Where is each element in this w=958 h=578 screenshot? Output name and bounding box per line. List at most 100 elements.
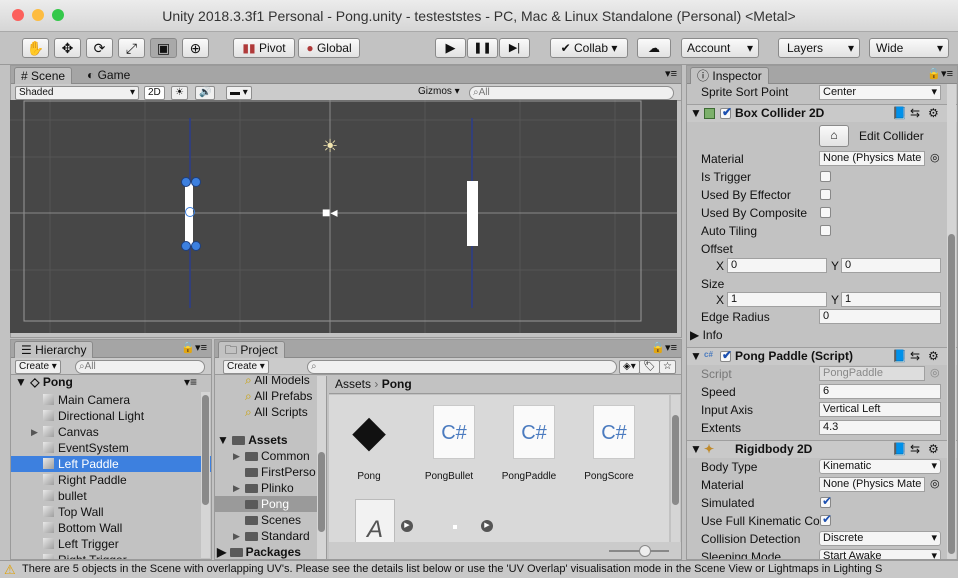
rb-material-field[interactable]: None (Physics Mate [819, 477, 925, 492]
gear-icon[interactable]: ⚙ [928, 349, 939, 363]
tree-scrollbar[interactable] [317, 376, 326, 559]
scrollbar-thumb[interactable] [948, 234, 955, 554]
lighting-toggle-icon[interactable]: ☀ [171, 86, 188, 100]
asset-label[interactable]: PongPaddle [493, 471, 565, 482]
expand-arrow-icon[interactable]: ▶ [233, 480, 240, 496]
hierarchy-search-input[interactable]: ⌕All [75, 360, 205, 374]
size-y-field[interactable]: 1 [841, 292, 941, 307]
asset-label[interactable]: PongScore [573, 471, 645, 482]
presets-icon[interactable]: ⇆ [910, 442, 920, 456]
material-field[interactable]: None (Physics Mate [819, 151, 925, 166]
right-paddle-sprite[interactable] [467, 181, 478, 246]
resize-handle-icon[interactable] [181, 241, 191, 251]
hierarchy-item[interactable]: Left Trigger [11, 536, 211, 552]
favorite-item[interactable]: ⌕ All Models [215, 376, 326, 388]
pivot-toggle-button[interactable]: ▮▮ Pivot [233, 38, 295, 58]
favorite-item[interactable]: ⌕ All Prefabs [215, 388, 326, 404]
body-type-dropdown[interactable]: Kinematic ▾ [819, 459, 941, 474]
collab-dropdown[interactable]: ✔ Collab ▾ [550, 38, 628, 58]
project-search-input[interactable]: ⌕ [307, 360, 617, 374]
favorite-star-icon[interactable]: ☆ [659, 360, 676, 374]
box-collider-header[interactable]: ▼ Box Collider 2D 📘 ⇆ ⚙ [687, 104, 957, 122]
simulated-checkbox[interactable] [820, 494, 832, 508]
gizmos-dropdown[interactable]: Gizmos ▾ [415, 86, 463, 100]
panel-menu-icon[interactable]: ▾≡ [665, 67, 677, 80]
help-book-icon[interactable]: 📘 [892, 349, 907, 363]
assets-root[interactable]: ▼ Assets [215, 432, 326, 448]
scene-root-row[interactable]: ▼ ◇ Pong ▾≡ [11, 374, 211, 390]
layout-dropdown[interactable]: Wide ▾ [869, 38, 949, 58]
play-button[interactable]: ▶ [435, 38, 466, 58]
extents-field[interactable]: 4.3 [819, 420, 941, 435]
tab-scene[interactable]: # Scene [14, 67, 73, 84]
step-button[interactable]: ▶| [499, 38, 530, 58]
scrollbar-thumb[interactable] [202, 395, 209, 505]
effects-dropdown-icon[interactable]: ▬ ▾ [226, 86, 252, 100]
pong-paddle-header[interactable]: ▼ c# Pong Paddle (Script) 📘 ⇆ ⚙ [687, 347, 957, 365]
transform-tool-icon[interactable]: ⊕ [182, 38, 209, 58]
lock-icon[interactable]: 🔒▾≡ [651, 341, 677, 354]
hierarchy-item[interactable]: EventSystem [11, 440, 211, 456]
scene-menu-icon[interactable]: ▾≡ [184, 374, 197, 390]
speed-field[interactable]: 6 [819, 384, 941, 399]
csharp-script-icon[interactable]: C# [593, 405, 635, 459]
rigidbody-header[interactable]: ▼ ✦ Rigidbody 2D 📘 ⇆ ⚙ [687, 440, 957, 458]
shading-dropdown[interactable]: Shaded ▾ [15, 86, 139, 100]
tab-inspector[interactable]: ⓘ Inspector [690, 67, 769, 84]
hierarchy-item[interactable]: Right Paddle [11, 472, 211, 488]
asset-scrollbar[interactable] [671, 395, 680, 542]
filter-type-icon[interactable]: ◈▾ [619, 360, 640, 374]
layers-dropdown[interactable]: Layers ▾ [778, 38, 860, 58]
lock-icon[interactable]: 🔒▾≡ [927, 67, 953, 80]
rotate-tool-icon[interactable]: ⟳ [86, 38, 113, 58]
gear-icon[interactable]: ⚙ [928, 106, 939, 120]
tab-hierarchy[interactable]: ☰ Hierarchy [14, 341, 94, 358]
hierarchy-item[interactable]: Top Wall [11, 504, 211, 520]
object-picker-icon[interactable]: ◎ [930, 151, 940, 164]
play-preview-icon[interactable]: ▶ [401, 520, 413, 532]
account-dropdown[interactable]: Account ▾ [681, 38, 759, 58]
info-foldout[interactable]: ▶ Info [687, 327, 957, 343]
cloud-button[interactable]: ☁ [637, 38, 671, 58]
lock-icon[interactable]: 🔒▾≡ [181, 341, 207, 354]
hierarchy-item[interactable]: ▶ Canvas [11, 424, 211, 440]
help-book-icon[interactable]: 📘 [892, 442, 907, 456]
mode-2d-toggle[interactable]: 2D [144, 86, 165, 100]
asset-label[interactable]: PongBullet [413, 471, 485, 482]
tab-game[interactable]: ◐ Game [81, 67, 136, 84]
filter-label-icon[interactable]: 🏷 [639, 360, 660, 374]
hierarchy-item[interactable]: Right Trigger [11, 552, 211, 559]
full-kinematic-checkbox[interactable] [820, 512, 832, 526]
camera-icon[interactable]: ■◂ [322, 204, 337, 221]
pong-paddle-enabled-checkbox[interactable] [720, 348, 732, 362]
collision-dropdown[interactable]: Discrete ▾ [819, 531, 941, 546]
status-bar[interactable]: ⚠ There are 5 objects in the Scene with … [0, 560, 958, 578]
edge-radius-field[interactable]: 0 [819, 309, 941, 324]
csharp-script-icon[interactable]: C# [513, 405, 555, 459]
hierarchy-scrollbar[interactable] [201, 392, 210, 558]
asset-label[interactable]: Pong [333, 471, 405, 482]
folder-item[interactable]: ▶ Plinko [215, 480, 326, 496]
box-collider-enabled-checkbox[interactable] [720, 105, 732, 119]
sun-icon[interactable]: ☀ [322, 136, 338, 157]
resize-handle-icon[interactable] [191, 177, 201, 187]
play-preview-icon[interactable]: ▶ [481, 520, 493, 532]
pause-button[interactable]: ❚❚ [467, 38, 498, 58]
hierarchy-item[interactable]: Main Camera [11, 392, 211, 408]
global-toggle-button[interactable]: ● Global [298, 38, 360, 58]
unity-scene-icon[interactable]: ◆ [347, 405, 391, 459]
project-create-dropdown[interactable]: Create ▾ [223, 360, 269, 374]
hierarchy-item[interactable]: Left Paddle [11, 456, 211, 472]
scale-tool-icon[interactable]: ⤢ [118, 38, 145, 58]
zoom-slider-thumb[interactable] [639, 545, 651, 557]
folder-item[interactable]: ▶ Common [215, 448, 326, 464]
is-trigger-checkbox[interactable] [820, 171, 831, 182]
auto-tiling-checkbox[interactable] [820, 225, 831, 236]
resize-handle-icon[interactable] [181, 177, 191, 187]
sprite-sort-dropdown[interactable]: Center ▾ [819, 85, 941, 100]
scrollbar-thumb[interactable] [672, 415, 679, 505]
move-tool-icon[interactable]: ✥ [54, 38, 81, 58]
inspector-scrollbar[interactable] [947, 84, 956, 559]
gear-icon[interactable]: ⚙ [928, 442, 939, 456]
folder-item[interactable]: FirstPerso [215, 464, 326, 480]
